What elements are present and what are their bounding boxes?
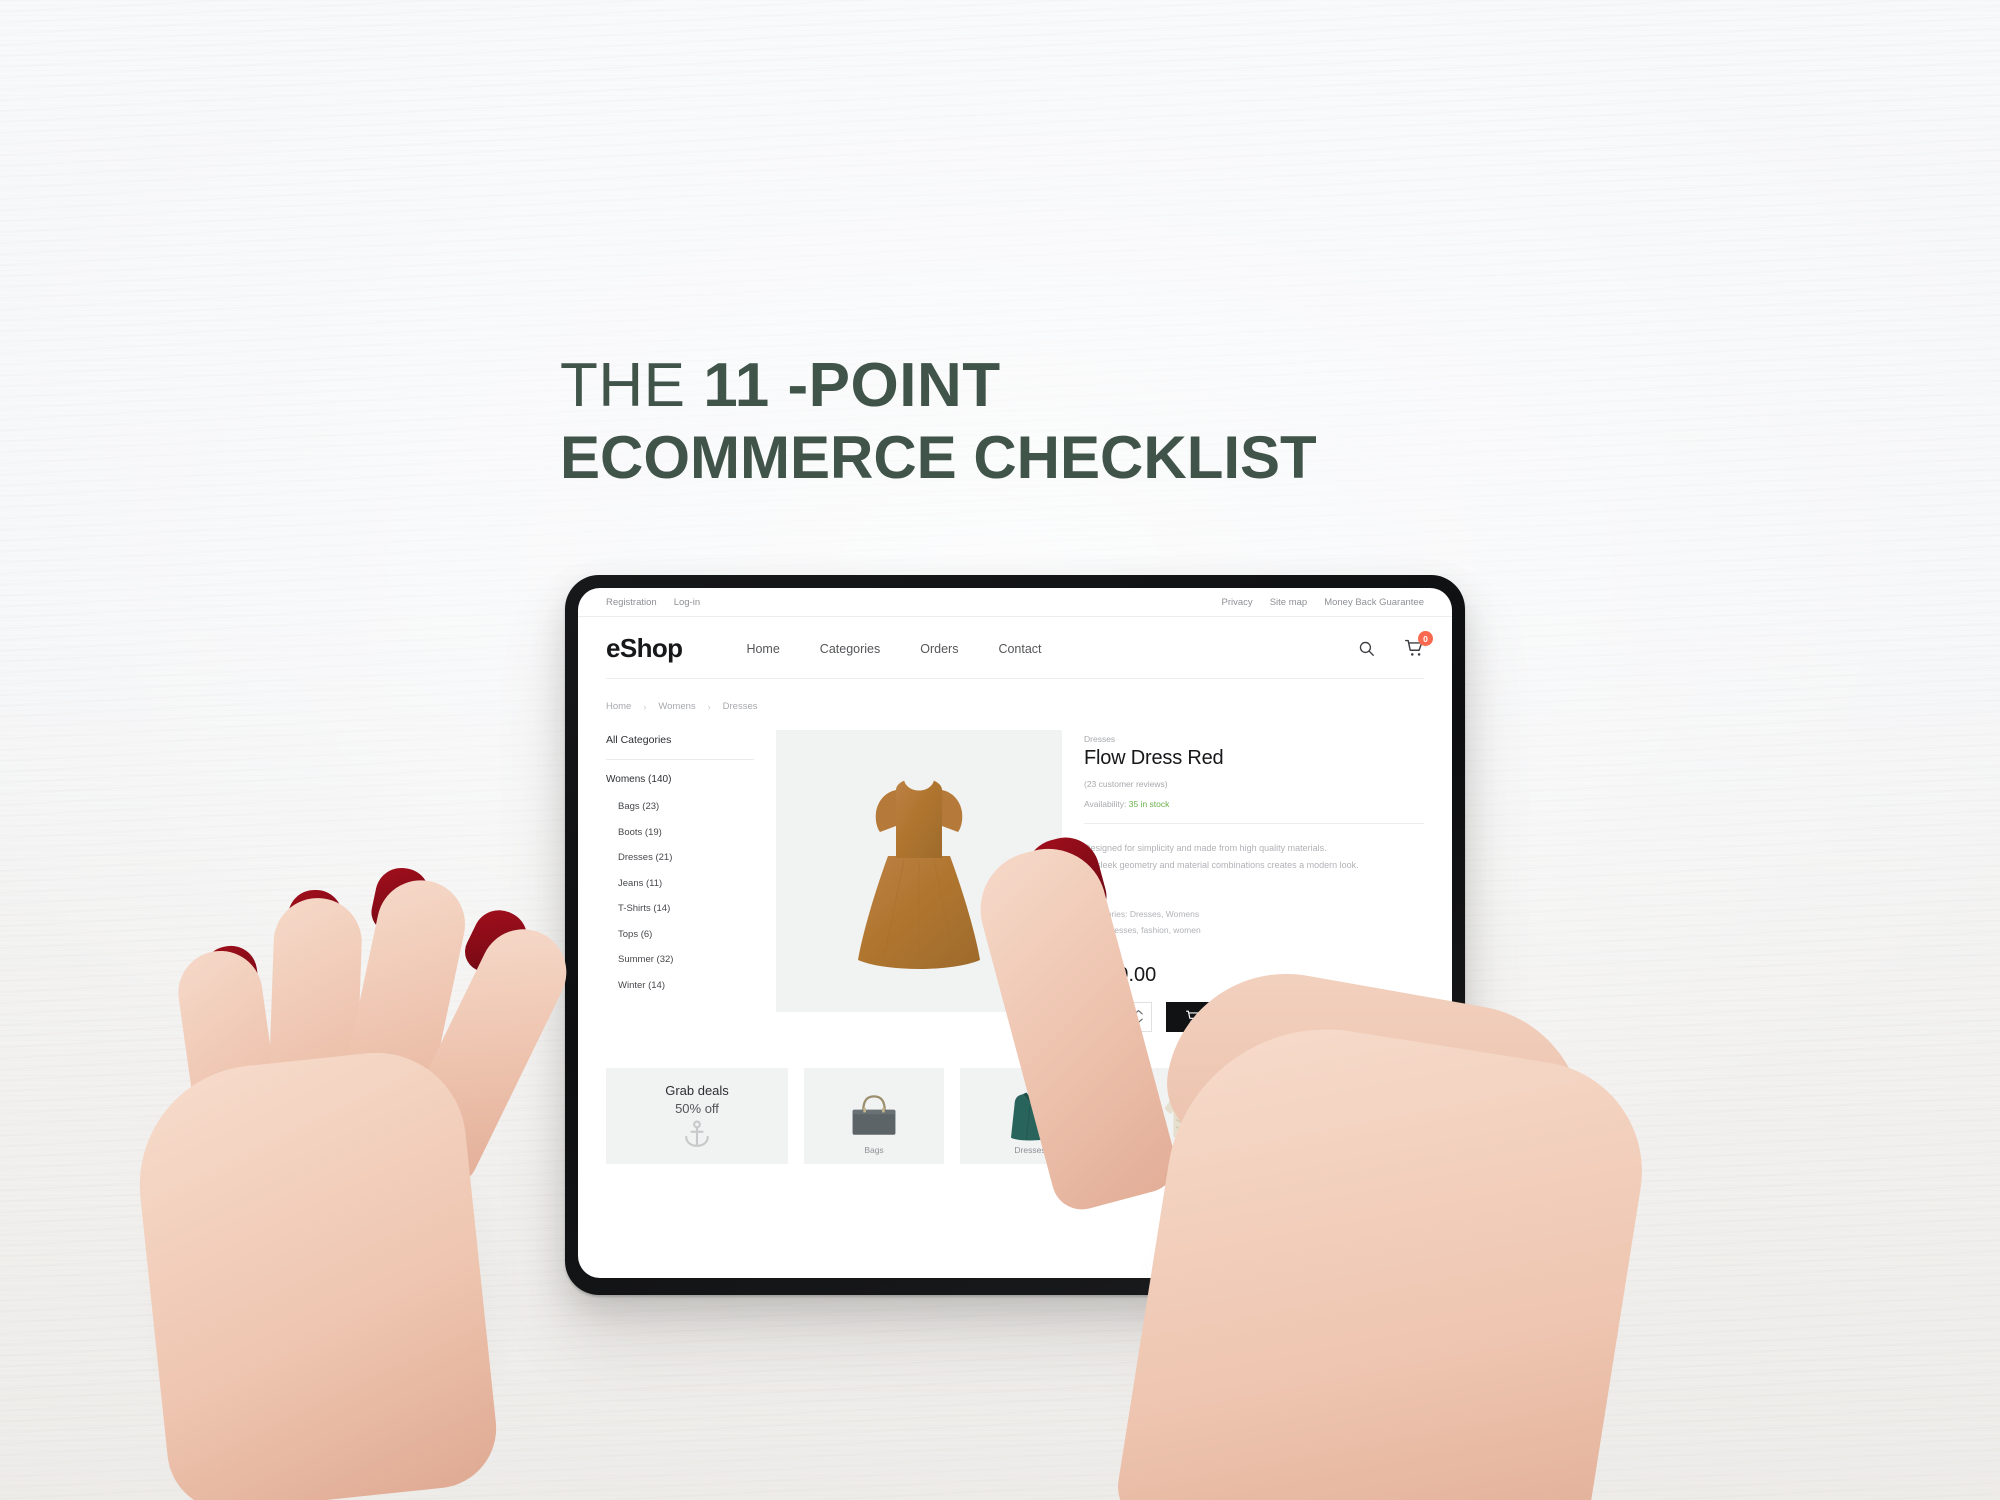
purchase-row: 1 Add to cart: [1084, 1001, 1424, 1032]
sidebar-item-womens[interactable]: Womens (140): [606, 774, 754, 785]
sidebar-item-winter[interactable]: Winter (14): [618, 980, 754, 991]
headline-the-word: THE: [560, 351, 704, 420]
cart-count-badge: 0: [1418, 631, 1433, 646]
utility-link-login[interactable]: Log-in: [674, 597, 700, 608]
product-reviews-count[interactable]: (23 customer reviews): [1084, 779, 1424, 789]
product-description: Designed for simplicity and made from hi…: [1084, 840, 1424, 873]
site-header: eShop Home Categories Orders Contact 0: [578, 617, 1452, 678]
product-page-main: All Categories Womens (140) Bags (23) Bo…: [578, 712, 1452, 1032]
product-image-gallery[interactable]: [776, 730, 1062, 1012]
utility-link-site-map[interactable]: Site map: [1270, 597, 1308, 608]
product-categories-meta: Categories: Dresses, Womens: [1084, 909, 1200, 920]
product-dress-image: [858, 777, 980, 969]
dress-image: [1010, 1092, 1050, 1141]
quantity-arrows[interactable]: [1134, 1009, 1143, 1024]
utility-link-money-back-guarantee[interactable]: Money Back Guarantee: [1324, 597, 1424, 608]
tshirt-image: [1164, 1094, 1208, 1139]
search-button[interactable]: [1358, 640, 1375, 657]
product-description-line-1: Designed for simplicity and made from hi…: [1084, 843, 1327, 853]
main-navigation: Home Categories Orders Contact: [746, 642, 1041, 656]
breadcrumb-item-womens[interactable]: Womens: [658, 701, 695, 712]
utility-link-registration[interactable]: Registration: [606, 597, 657, 608]
breadcrumb: Home › Womens › Dresses: [578, 679, 1452, 712]
promo-line-2: 50% off: [675, 1100, 719, 1116]
sidebar-item-summer[interactable]: Summer (32): [618, 954, 754, 965]
breadcrumb-chevron-icon: ›: [643, 701, 647, 712]
category-card-tshirts[interactable]: T-Shirts: [1116, 1067, 1256, 1164]
add-to-cart-button[interactable]: Add to cart: [1166, 1001, 1289, 1032]
nav-item-orders[interactable]: Orders: [920, 642, 958, 656]
category-card-label: Dresses: [1014, 1144, 1046, 1155]
quantity-value[interactable]: 1: [1096, 1011, 1102, 1023]
sidebar-item-tshirts[interactable]: T-Shirts (14): [618, 903, 754, 914]
promo-line-1: Grab deals: [665, 1083, 729, 1099]
handbag-image: [852, 1095, 896, 1135]
product-availability: Availability: 35 in stock: [1084, 799, 1424, 809]
sidebar-item-dresses[interactable]: Dresses (21): [618, 852, 754, 863]
category-card-bags[interactable]: Bags: [804, 1067, 944, 1164]
headline-line-1: THE 11 -POINT: [560, 350, 1460, 423]
sidebar-item-tops[interactable]: Tops (6): [618, 929, 754, 940]
product-tags-meta: Tags: dresses, fashion, women: [1084, 924, 1201, 935]
availability-label: Availability:: [1084, 799, 1127, 809]
nav-item-categories[interactable]: Categories: [820, 642, 880, 656]
header-icon-group: 0: [1358, 631, 1433, 658]
sidebar-item-boots[interactable]: Boots (19): [618, 827, 754, 838]
sidebar-divider: [606, 759, 754, 760]
poster-headline: THE 11 -POINT ECOMMERCE CHECKLIST: [560, 350, 1460, 493]
chevron-down-icon: [1134, 1018, 1143, 1024]
sidebar-item-bags[interactable]: Bags (23): [618, 801, 754, 812]
utility-link-privacy[interactable]: Privacy: [1222, 597, 1253, 608]
category-card-label: T-Shirts: [1171, 1144, 1201, 1155]
availability-value: 35 in stock: [1128, 799, 1170, 809]
tablet-device: Registration Log-in Privacy Site map Mon…: [565, 575, 1465, 1300]
category-card-partially-hidden[interactable]: [1272, 1067, 1412, 1164]
breadcrumb-item-dresses[interactable]: Dresses: [723, 701, 758, 712]
nav-item-home[interactable]: Home: [746, 642, 779, 656]
add-to-cart-label: Add to cart: [1210, 1010, 1269, 1023]
product-description-line-2: Its sleek geometry and material combinat…: [1084, 859, 1359, 870]
category-sidebar: All Categories Womens (140) Bags (23) Bo…: [606, 730, 754, 1032]
search-icon: [1359, 641, 1374, 656]
tablet-screen: Registration Log-in Privacy Site map Mon…: [578, 588, 1452, 1278]
nav-item-contact[interactable]: Contact: [998, 642, 1041, 656]
quantity-stepper[interactable]: 1: [1084, 1001, 1152, 1032]
category-card-label: Bags: [864, 1144, 884, 1155]
product-category-label: Dresses: [1084, 734, 1116, 744]
breadcrumb-chevron-icon: ›: [707, 701, 711, 712]
shopping-cart-icon: [1186, 1010, 1199, 1023]
details-divider: [1084, 823, 1424, 824]
category-card-dresses[interactable]: Dresses: [960, 1067, 1100, 1164]
sidebar-item-jeans[interactable]: Jeans (11): [618, 878, 754, 889]
product-details: Dresses Flow Dress Red (23 customer revi…: [1084, 730, 1424, 1032]
sidebar-title: All Categories: [606, 734, 672, 746]
utility-bar: Registration Log-in Privacy Site map Mon…: [578, 588, 1452, 617]
bottom-cards: Grab deals 50% off Bags Dresses T-Shirts: [578, 1032, 1452, 1164]
promo-card[interactable]: Grab deals 50% off: [606, 1067, 788, 1164]
headline-point-word: 11 -POINT: [703, 351, 1001, 420]
breadcrumb-item-home[interactable]: Home: [606, 701, 631, 712]
site-logo[interactable]: eShop: [606, 633, 683, 664]
anchor-icon: [685, 1120, 709, 1148]
product-title: Flow Dress Red: [1084, 747, 1224, 769]
product-price: $159.00: [1084, 963, 1157, 986]
headline-line-2: ECOMMERCE CHECKLIST: [560, 423, 1317, 491]
cart-button[interactable]: 0: [1405, 631, 1433, 658]
utility-links-left: Registration Log-in: [606, 597, 700, 608]
utility-links-right: Privacy Site map Money Back Guarantee: [1222, 597, 1424, 608]
product-meta: Categories: Dresses, Womens Tags: dresse…: [1084, 907, 1424, 938]
chevron-up-icon: [1134, 1010, 1143, 1015]
